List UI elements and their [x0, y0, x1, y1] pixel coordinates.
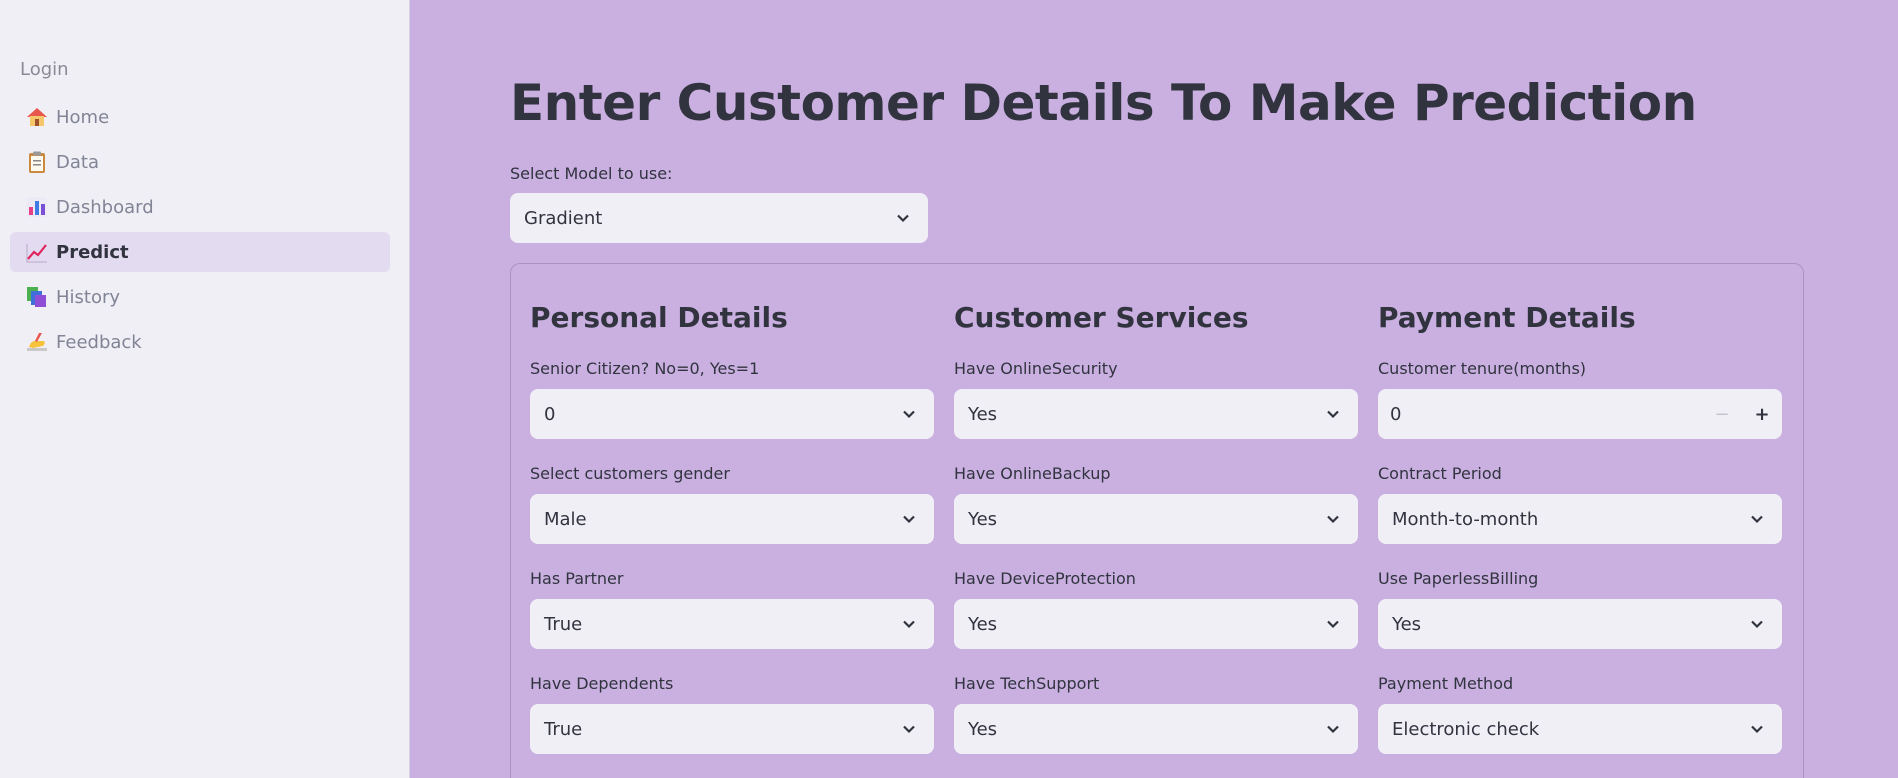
- online-backup-value: Yes: [968, 508, 998, 530]
- model-select[interactable]: Gradient: [510, 193, 928, 243]
- payment-method-select[interactable]: Electronic check: [1378, 704, 1782, 754]
- paperless-billing-select[interactable]: Yes: [1378, 599, 1782, 649]
- contract-value: Month-to-month: [1392, 508, 1539, 530]
- sidebar-item-dashboard[interactable]: Dashboard: [10, 187, 390, 227]
- paperless-billing-label: Use PaperlessBilling: [1378, 569, 1539, 588]
- trend-chart-icon: [24, 239, 50, 265]
- sidebar-item-label: Feedback: [56, 331, 142, 353]
- chevron-down-icon: [903, 620, 915, 629]
- sidebar: Login Home Data Dashboard Predict Histor…: [0, 0, 410, 778]
- sidebar-item-home[interactable]: Home: [10, 97, 390, 137]
- online-security-value: Yes: [968, 403, 998, 425]
- contract-label: Contract Period: [1378, 464, 1502, 483]
- payment-method-label: Payment Method: [1378, 674, 1514, 693]
- model-select-value: Gradient: [524, 207, 603, 229]
- online-backup-label: Have OnlineBackup: [954, 464, 1111, 483]
- chevron-down-icon: [903, 725, 915, 734]
- page-title: Enter Customer Details To Make Predictio…: [510, 74, 1697, 132]
- chevron-down-icon: [1327, 620, 1339, 629]
- device-protection-value: Yes: [968, 613, 998, 635]
- sidebar-item-label: Dashboard: [56, 196, 154, 218]
- gender-select[interactable]: Male: [530, 494, 934, 544]
- partner-label: Has Partner: [530, 569, 624, 588]
- books-icon: [24, 284, 50, 310]
- model-select-label: Select Model to use:: [510, 164, 673, 183]
- chevron-down-icon: [1751, 620, 1763, 629]
- partner-select[interactable]: True: [530, 599, 934, 649]
- customer-form: Personal Details Senior Citizen? No=0, Y…: [510, 263, 1804, 778]
- chevron-down-icon: [1327, 515, 1339, 524]
- partner-value: True: [544, 613, 583, 635]
- sidebar-item-feedback[interactable]: Feedback: [10, 322, 390, 362]
- senior-citizen-select[interactable]: 0: [530, 389, 934, 439]
- payment-details-title: Payment Details: [1378, 301, 1636, 334]
- sidebar-item-label: Data: [56, 151, 99, 173]
- sidebar-item-predict[interactable]: Predict: [10, 232, 390, 272]
- device-protection-label: Have DeviceProtection: [954, 569, 1136, 588]
- customer-services-title: Customer Services: [954, 301, 1249, 334]
- chevron-down-icon: [1327, 725, 1339, 734]
- gender-label: Select customers gender: [530, 464, 730, 483]
- chevron-down-icon: [897, 214, 909, 223]
- device-protection-select[interactable]: Yes: [954, 599, 1358, 649]
- tenure-number-input[interactable]: 0 − +: [1378, 389, 1782, 439]
- personal-details-title: Personal Details: [530, 301, 788, 334]
- chevron-down-icon: [1751, 725, 1763, 734]
- writing-hand-icon: [24, 329, 50, 355]
- tech-support-label: Have TechSupport: [954, 674, 1100, 693]
- tech-support-select[interactable]: Yes: [954, 704, 1358, 754]
- clipboard-icon: [24, 149, 50, 175]
- senior-citizen-label: Senior Citizen? No=0, Yes=1: [530, 359, 760, 378]
- increment-button[interactable]: +: [1742, 389, 1782, 439]
- gender-value: Male: [544, 508, 587, 530]
- dependents-select[interactable]: True: [530, 704, 934, 754]
- chevron-down-icon: [903, 410, 915, 419]
- decrement-button[interactable]: −: [1702, 389, 1742, 439]
- sidebar-nav: Home Data Dashboard Predict History Feed…: [10, 97, 390, 367]
- sidebar-item-label: Predict: [56, 241, 129, 263]
- tenure-label: Customer tenure(months): [1378, 359, 1587, 378]
- payment-method-value: Electronic check: [1392, 718, 1540, 740]
- online-security-label: Have OnlineSecurity: [954, 359, 1118, 378]
- house-icon: [24, 104, 50, 130]
- online-security-select[interactable]: Yes: [954, 389, 1358, 439]
- chevron-down-icon: [1327, 410, 1339, 419]
- senior-citizen-value: 0: [544, 403, 556, 425]
- online-backup-select[interactable]: Yes: [954, 494, 1358, 544]
- paperless-billing-value: Yes: [1392, 613, 1422, 635]
- dependents-value: True: [544, 718, 583, 740]
- sidebar-item-history[interactable]: History: [10, 277, 390, 317]
- chevron-down-icon: [1751, 515, 1763, 524]
- contract-select[interactable]: Month-to-month: [1378, 494, 1782, 544]
- sidebar-item-label: Home: [56, 106, 110, 128]
- dependents-label: Have Dependents: [530, 674, 674, 693]
- bar-chart-icon: [24, 194, 50, 220]
- chevron-down-icon: [903, 515, 915, 524]
- tech-support-value: Yes: [968, 718, 998, 740]
- tenure-value: 0: [1390, 403, 1402, 425]
- login-link[interactable]: Login: [20, 59, 69, 80]
- sidebar-item-label: History: [56, 286, 121, 308]
- sidebar-item-data[interactable]: Data: [10, 142, 390, 182]
